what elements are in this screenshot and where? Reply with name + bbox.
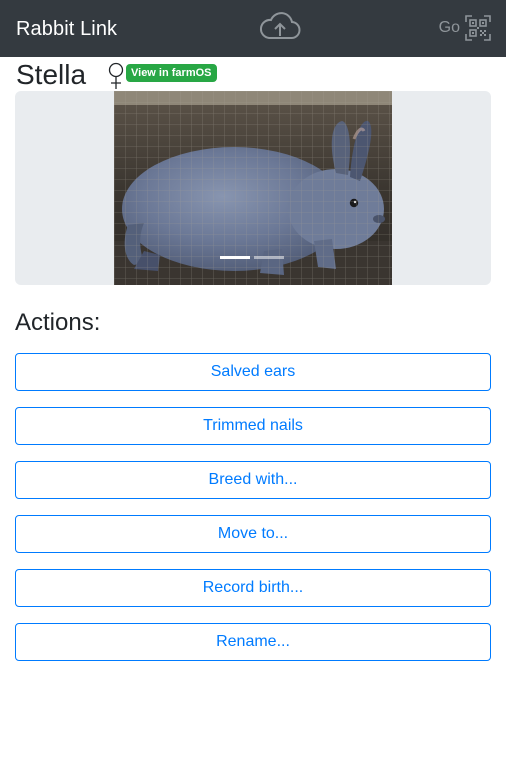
rabbit-name: Stella xyxy=(16,59,87,90)
carousel-indicator-1[interactable] xyxy=(220,256,250,259)
rabbit-header: Stella View in farmOS xyxy=(15,57,495,91)
breed-with-button[interactable]: Breed with... xyxy=(15,461,491,499)
trimmed-nails-button[interactable]: Trimmed nails xyxy=(15,407,491,445)
cloud-upload-icon[interactable] xyxy=(258,11,302,43)
view-in-farmos-badge[interactable]: View in farmOS xyxy=(126,64,217,82)
move-to-button[interactable]: Move to... xyxy=(15,515,491,553)
qr-code-icon xyxy=(465,15,491,41)
female-symbol-icon xyxy=(108,62,124,89)
salved-ears-button[interactable]: Salved ears xyxy=(15,353,491,391)
go-scan-button[interactable]: Go xyxy=(439,14,491,42)
actions-heading: Actions: xyxy=(15,309,101,336)
carousel-indicator-2[interactable] xyxy=(254,256,284,259)
top-navbar: Rabbit Link Go xyxy=(0,0,506,57)
record-birth-button[interactable]: Record birth... xyxy=(15,569,491,607)
app-brand[interactable]: Rabbit Link xyxy=(16,17,117,41)
carousel-indicators xyxy=(220,256,284,259)
go-label: Go xyxy=(438,19,460,36)
rename-button[interactable]: Rename... xyxy=(15,623,491,661)
photo-carousel[interactable] xyxy=(15,91,491,285)
